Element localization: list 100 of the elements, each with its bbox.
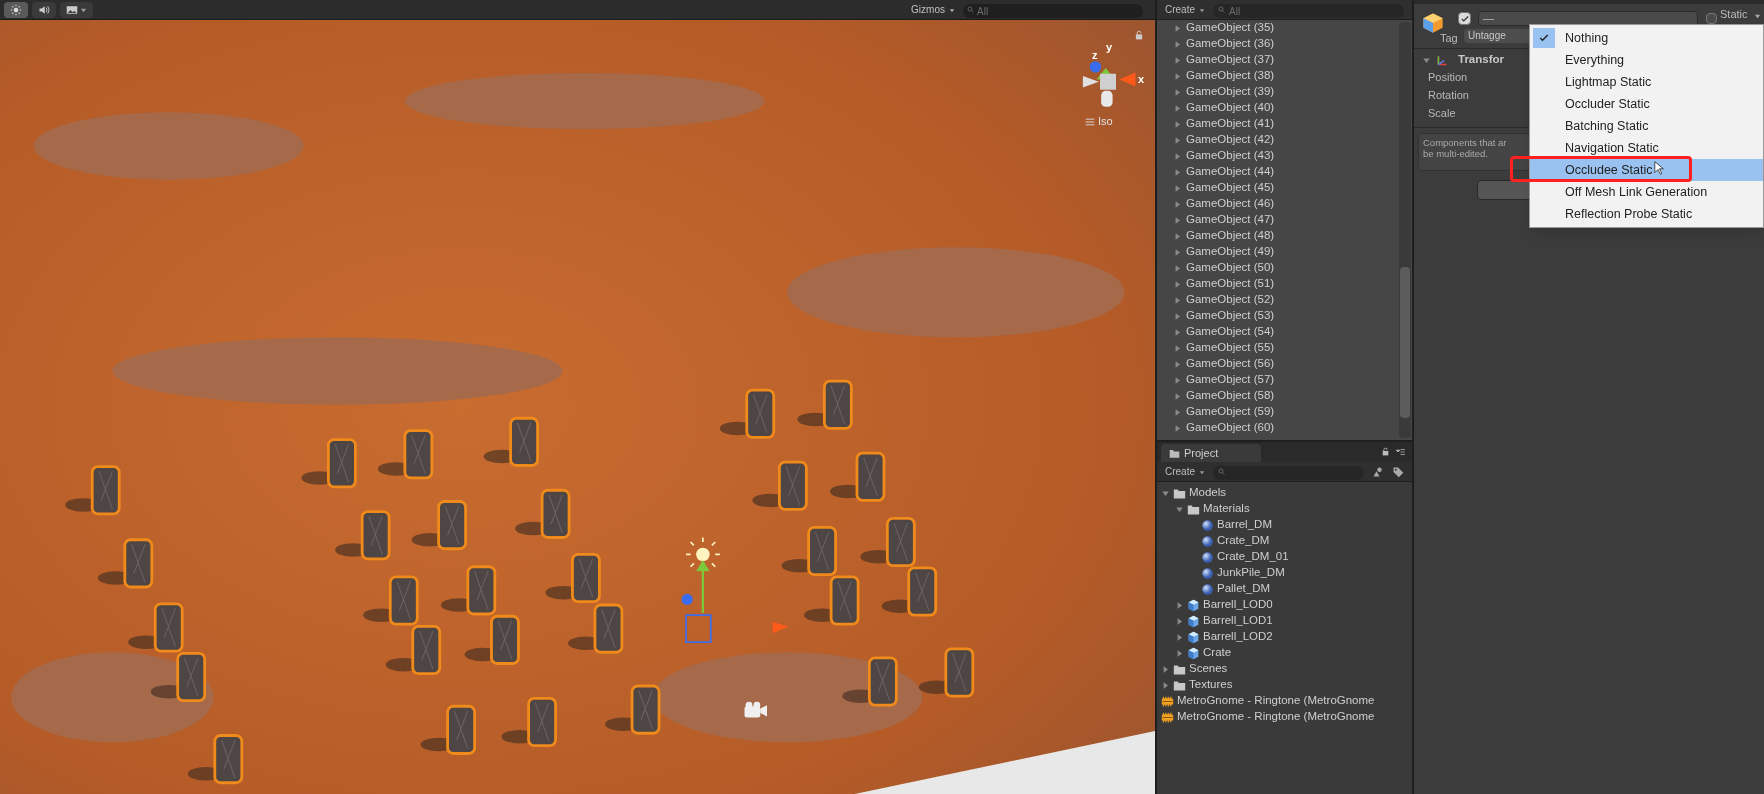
hierarchy-item[interactable]: GameObject (47) xyxy=(1186,211,1275,229)
collapsed-arrow-icon[interactable] xyxy=(1173,23,1182,33)
collapsed-arrow-icon[interactable] xyxy=(1173,151,1182,161)
hierarchy-item[interactable]: GameObject (54) xyxy=(1186,323,1275,341)
collapsed-arrow-icon[interactable] xyxy=(1173,103,1182,113)
hierarchy-item[interactable]: GameObject (48) xyxy=(1186,227,1275,245)
name-field[interactable]: — xyxy=(1478,11,1698,26)
hierarchy-item[interactable]: GameObject (49) xyxy=(1186,243,1275,261)
collapsed-arrow-icon[interactable] xyxy=(1173,327,1182,337)
collapsed-arrow-icon[interactable] xyxy=(1173,71,1182,81)
project-item[interactable]: Textures xyxy=(1189,676,1233,694)
project-item[interactable]: Barrell_LOD0 xyxy=(1203,596,1273,614)
collapsed-arrow-icon[interactable] xyxy=(1173,247,1182,257)
project-item[interactable]: Crate_DM_01 xyxy=(1217,548,1289,566)
tag-icon[interactable] xyxy=(1392,465,1404,478)
collapsed-arrow-icon[interactable] xyxy=(1173,87,1182,97)
collapsed-arrow-icon[interactable] xyxy=(1173,407,1182,417)
menu-item[interactable]: Lightmap Static xyxy=(1530,71,1763,93)
hierarchy-item[interactable]: GameObject (45) xyxy=(1186,179,1275,197)
speaker-toggle-button[interactable] xyxy=(32,1,56,18)
project-item[interactable]: Crate xyxy=(1203,644,1232,662)
hierarchy-item[interactable]: GameObject (51) xyxy=(1186,275,1275,293)
collapsed-arrow-icon[interactable] xyxy=(1173,359,1182,369)
hierarchy-item[interactable]: GameObject (44) xyxy=(1186,163,1275,181)
hierarchy-item[interactable]: GameObject (59) xyxy=(1186,403,1275,421)
gizmos-dropdown[interactable]: Gizmos xyxy=(907,2,959,17)
hierarchy-item[interactable]: GameObject (42) xyxy=(1186,131,1275,149)
image-toggle-button[interactable] xyxy=(60,1,93,18)
hierarchy-item[interactable]: GameObject (36) xyxy=(1186,35,1275,53)
hierarchy-item[interactable]: GameObject (39) xyxy=(1186,83,1275,101)
collapsed-arrow-icon[interactable] xyxy=(1161,664,1170,674)
project-item[interactable]: JunkPile_DM xyxy=(1217,564,1285,582)
project-tab[interactable]: Project xyxy=(1161,444,1261,462)
collapsed-arrow-icon[interactable] xyxy=(1173,167,1182,177)
hierarchy-item[interactable]: GameObject (56) xyxy=(1186,355,1275,373)
scrollbar-thumb[interactable] xyxy=(1400,267,1410,418)
collapsed-arrow-icon[interactable] xyxy=(1173,295,1182,305)
active-checkbox[interactable] xyxy=(1458,12,1471,25)
collapsed-arrow-icon[interactable] xyxy=(1161,680,1170,690)
project-item[interactable]: Barrell_LOD1 xyxy=(1203,612,1273,630)
menu-item[interactable]: Off Mesh Link Generation xyxy=(1530,181,1763,203)
panel-menu-icon[interactable] xyxy=(1395,447,1406,457)
project-item[interactable]: MetroGnome - Ringtone (MetroGnome xyxy=(1177,708,1375,725)
project-item[interactable]: Barrell_LOD2 xyxy=(1203,628,1273,646)
hierarchy-item[interactable]: GameObject (53) xyxy=(1186,307,1275,325)
collapsed-arrow-icon[interactable] xyxy=(1175,616,1184,626)
project-item[interactable]: Materials xyxy=(1203,500,1250,518)
hierarchy-item[interactable]: GameObject (41) xyxy=(1186,115,1275,133)
collapsed-arrow-icon[interactable] xyxy=(1175,648,1184,658)
collapsed-arrow-icon[interactable] xyxy=(1173,215,1182,225)
menu-icon[interactable] xyxy=(1085,116,1095,127)
hierarchy-item[interactable]: GameObject (40) xyxy=(1186,99,1275,117)
collapsed-arrow-icon[interactable] xyxy=(1173,423,1182,433)
hierarchy-item[interactable]: GameObject (37) xyxy=(1186,51,1275,69)
create-dropdown[interactable]: Create xyxy=(1165,2,1205,17)
caret-icon[interactable] xyxy=(1754,12,1761,19)
hierarchy-item[interactable]: GameObject (46) xyxy=(1186,195,1275,213)
collapsed-arrow-icon[interactable] xyxy=(1173,343,1182,353)
collapsed-arrow-icon[interactable] xyxy=(1173,375,1182,385)
menu-item[interactable]: Everything xyxy=(1530,49,1763,71)
collapsed-arrow-icon[interactable] xyxy=(1173,119,1182,129)
search-field[interactable]: All xyxy=(963,4,1143,18)
project-item[interactable]: Pallet_DM xyxy=(1217,580,1271,598)
collapsed-arrow-icon[interactable] xyxy=(1173,135,1182,145)
collapsed-arrow-icon[interactable] xyxy=(1173,311,1182,321)
hierarchy-item[interactable]: GameObject (58) xyxy=(1186,387,1275,405)
project-item[interactable]: Crate_DM xyxy=(1217,532,1270,550)
lock-icon[interactable] xyxy=(1134,30,1144,40)
collapsed-arrow-icon[interactable] xyxy=(1173,231,1182,241)
menu-item[interactable]: Occluder Static xyxy=(1530,93,1763,115)
sun-toggle-button[interactable] xyxy=(4,1,28,18)
collapsed-arrow-icon[interactable] xyxy=(1173,279,1182,289)
collapsed-arrow-icon[interactable] xyxy=(1173,263,1182,273)
collapsed-arrow-icon[interactable] xyxy=(1173,391,1182,401)
collapsed-arrow-icon[interactable] xyxy=(1173,199,1182,209)
hierarchy-item[interactable]: GameObject (50) xyxy=(1186,259,1275,277)
hierarchy-item[interactable]: GameObject (57) xyxy=(1186,371,1275,389)
hierarchy-item[interactable]: GameObject (52) xyxy=(1186,291,1275,309)
collapsed-arrow-icon[interactable] xyxy=(1175,600,1184,610)
scrollbar-track[interactable] xyxy=(1399,22,1411,438)
hierarchy-item[interactable]: GameObject (43) xyxy=(1186,147,1275,165)
hierarchy-item[interactable]: GameObject (60) xyxy=(1186,419,1275,437)
menu-item[interactable]: Occludee Static xyxy=(1530,159,1763,181)
project-item[interactable]: Models xyxy=(1189,484,1227,502)
search-field[interactable] xyxy=(1213,466,1364,480)
projection-label[interactable]: Iso xyxy=(1098,116,1113,127)
hierarchy-item[interactable]: GameObject (55) xyxy=(1186,339,1275,357)
collapsed-arrow-icon[interactable] xyxy=(1173,55,1182,65)
project-item[interactable]: MetroGnome - Ringtone (MetroGnome xyxy=(1177,692,1375,710)
menu-item[interactable]: Batching Static xyxy=(1530,115,1763,137)
collapsed-arrow-icon[interactable] xyxy=(1173,39,1182,49)
create-dropdown[interactable]: Create xyxy=(1165,464,1205,479)
menu-item[interactable]: Reflection Probe Static xyxy=(1530,203,1763,225)
project-item[interactable]: Scenes xyxy=(1189,660,1228,678)
project-item[interactable]: Barrel_DM xyxy=(1217,516,1272,534)
hierarchy-item[interactable]: GameObject (38) xyxy=(1186,67,1275,85)
collapsed-arrow-icon[interactable] xyxy=(1173,183,1182,193)
collapsed-arrow-icon[interactable] xyxy=(1175,632,1184,642)
hierarchy-item[interactable]: GameObject (35) xyxy=(1186,19,1275,37)
shapes-icon[interactable] xyxy=(1372,465,1384,478)
